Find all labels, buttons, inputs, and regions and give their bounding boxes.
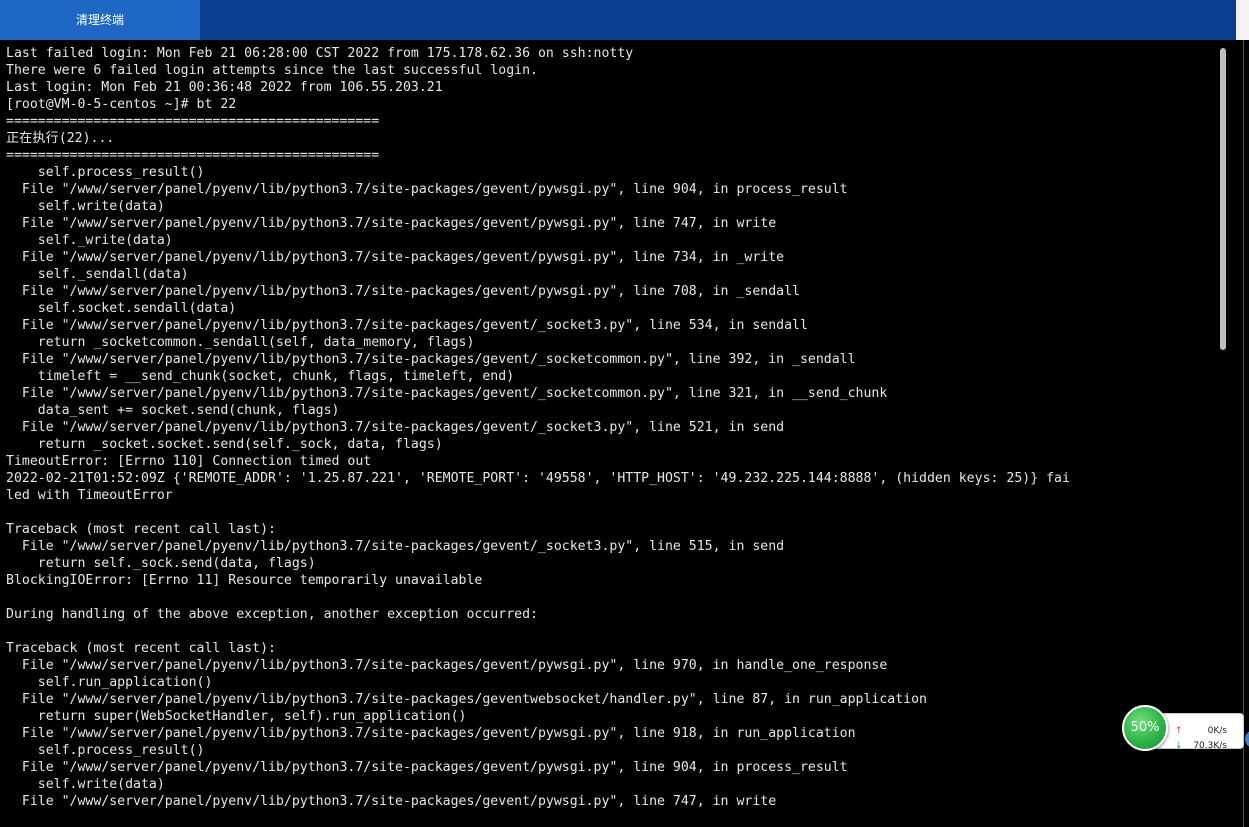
terminal-line: 正在执行(22)...: [6, 131, 115, 146]
clear-terminal-button[interactable]: 清理终端: [0, 0, 200, 40]
terminal-line: self._write(data): [6, 233, 173, 248]
terminal-line: [root@VM-0-5-centos ~]# bt 22: [6, 97, 237, 112]
terminal-line: Last failed login: Mon Feb 21 06:28:00 C…: [6, 46, 634, 61]
terminal-toolbar: 清理终端: [0, 0, 1236, 40]
terminal-line: return super(WebSocketHandler, self).run…: [6, 709, 467, 724]
terminal-line: self.run_application(): [6, 675, 213, 690]
terminal-line: Traceback (most recent call last):: [6, 522, 276, 537]
toolbar-edge: [1236, 0, 1249, 40]
terminal-line: return self._sock.send(data, flags): [6, 556, 316, 571]
terminal-line: self.write(data): [6, 777, 165, 792]
plus-icon[interactable]: +: [1245, 730, 1249, 748]
memory-percent-ball[interactable]: 50%: [1122, 705, 1168, 751]
terminal-line: File "/www/server/panel/pyenv/lib/python…: [6, 760, 848, 775]
terminal-line: return _socketcommon._sendall(self, data…: [6, 335, 475, 350]
download-speed-row: ↓ 70.3K/s: [1175, 739, 1227, 753]
terminal-line: timeleft = __send_chunk(socket, chunk, f…: [6, 369, 515, 384]
terminal-line: There were 6 failed login attempts since…: [6, 63, 538, 78]
terminal-line: File "/www/server/panel/pyenv/lib/python…: [6, 794, 777, 809]
terminal-line: During handling of the above exception, …: [6, 607, 538, 622]
arrow-up-icon: ↑: [1175, 726, 1183, 736]
arrow-down-icon: ↓: [1175, 741, 1183, 751]
upload-speed-row: ↑ 0K/s: [1175, 724, 1227, 738]
terminal-line: ========================================…: [6, 114, 380, 129]
terminal-line: self.write(data): [6, 199, 165, 214]
terminal-line: File "/www/server/panel/pyenv/lib/python…: [6, 284, 800, 299]
terminal-line: File "/www/server/panel/pyenv/lib/python…: [6, 352, 856, 367]
terminal-line: 2022-02-21T01:52:09Z {'REMOTE_ADDR': '1.…: [6, 471, 1070, 486]
download-speed-value: 70.3K/s: [1193, 741, 1227, 751]
terminal-line: File "/www/server/panel/pyenv/lib/python…: [6, 658, 888, 673]
terminal-line: File "/www/server/panel/pyenv/lib/python…: [6, 692, 927, 707]
terminal-line: File "/www/server/panel/pyenv/lib/python…: [6, 318, 808, 333]
terminal-line: TimeoutError: [Errno 110] Connection tim…: [6, 454, 372, 469]
terminal-line: BlockingIOError: [Errno 11] Resource tem…: [6, 573, 483, 588]
terminal-line: File "/www/server/panel/pyenv/lib/python…: [6, 539, 785, 554]
web-terminal-window: 清理终端 Last failed login: Mon Feb 21 06:28…: [0, 0, 1249, 827]
terminal-line: self.process_result(): [6, 165, 205, 180]
terminal-line: Traceback (most recent call last):: [6, 641, 276, 656]
terminal-line: File "/www/server/panel/pyenv/lib/python…: [6, 420, 785, 435]
terminal-line: File "/www/server/panel/pyenv/lib/python…: [6, 250, 785, 265]
network-speed-widget[interactable]: ↑ 0K/s ↓ 70.3K/s + 50%: [1122, 705, 1249, 753]
terminal-line: File "/www/server/panel/pyenv/lib/python…: [6, 726, 856, 741]
upload-speed-value: 0K/s: [1207, 726, 1227, 736]
terminal-lines: Last failed login: Mon Feb 21 06:28:00 C…: [6, 45, 1070, 810]
terminal-line: data_sent += socket.send(chunk, flags): [6, 403, 340, 418]
terminal-line: led with TimeoutError: [6, 488, 173, 503]
terminal-line: File "/www/server/panel/pyenv/lib/python…: [6, 216, 777, 231]
terminal-line: self.process_result(): [6, 743, 205, 758]
terminal-line: File "/www/server/panel/pyenv/lib/python…: [6, 182, 848, 197]
terminal-line: File "/www/server/panel/pyenv/lib/python…: [6, 386, 888, 401]
terminal-line: return _socket.socket.send(self._sock, d…: [6, 437, 443, 452]
terminal-line: self.socket.sendall(data): [6, 301, 237, 316]
terminal-line: ========================================…: [6, 148, 380, 163]
terminal-scrollbar-thumb[interactable]: [1220, 48, 1226, 350]
terminal-output[interactable]: Last failed login: Mon Feb 21 06:28:00 C…: [0, 40, 1218, 827]
terminal-line: self._sendall(data): [6, 267, 189, 282]
terminal-line: Last login: Mon Feb 21 00:36:48 2022 fro…: [6, 80, 443, 95]
